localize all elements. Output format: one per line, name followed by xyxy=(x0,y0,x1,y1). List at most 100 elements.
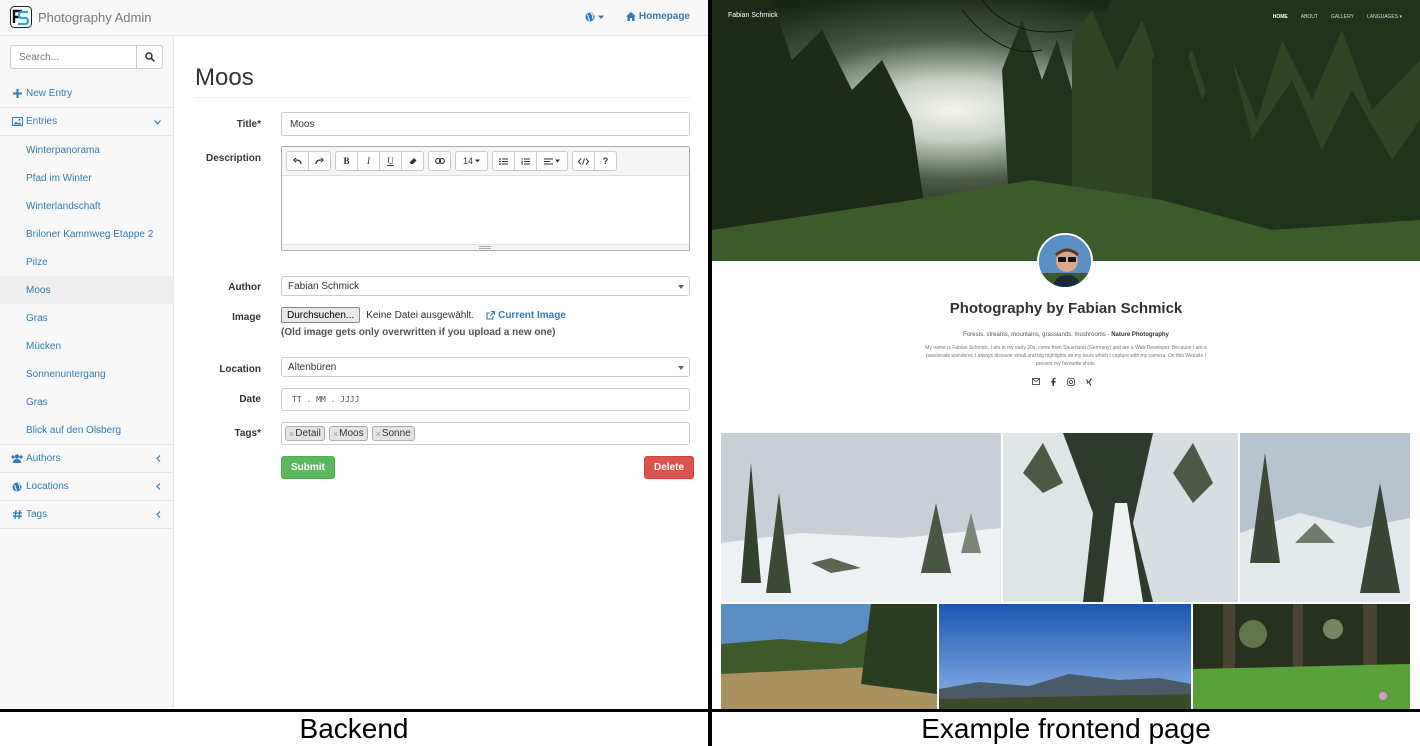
subtitle-bold: Nature Photography xyxy=(1111,332,1169,338)
gallery-photo[interactable] xyxy=(721,604,937,709)
help-button[interactable]: ? xyxy=(594,151,617,171)
delete-button[interactable]: Delete xyxy=(644,456,695,479)
list-ul-icon xyxy=(499,157,508,165)
winter-path-photo xyxy=(1003,433,1238,602)
font-size-dropdown[interactable]: 14 xyxy=(455,151,488,171)
mail-icon[interactable] xyxy=(1032,378,1040,385)
editor-content-area[interactable] xyxy=(282,177,689,240)
hashtag-icon xyxy=(11,510,23,519)
avatar-photo xyxy=(1039,235,1091,287)
eraser-icon xyxy=(409,158,416,164)
tag-label: Moos xyxy=(339,428,364,439)
menu-gallery[interactable]: GALLERY xyxy=(1331,14,1354,20)
italic-button[interactable]: I xyxy=(357,151,380,171)
forest-photo xyxy=(712,0,1420,261)
redo-button[interactable] xyxy=(308,151,331,171)
tags-label: Tags* xyxy=(234,428,262,439)
tags-input[interactable]: × Detail × Moos × Sonne xyxy=(281,422,690,445)
sidebar-item-label: Authors xyxy=(26,453,61,464)
frontend-menu: HOME ABOUT GALLERY LANGUAGES ▾ xyxy=(1273,14,1402,20)
homepage-link[interactable]: Homepage xyxy=(625,11,690,22)
search-button[interactable] xyxy=(137,45,163,69)
gallery-photo[interactable] xyxy=(1240,433,1410,602)
undo-button[interactable] xyxy=(286,151,309,171)
unordered-list-button[interactable] xyxy=(492,151,515,171)
link-button[interactable] xyxy=(428,151,451,171)
gallery-photo[interactable] xyxy=(939,604,1191,709)
entry-link[interactable]: Blick auf den Olsberg xyxy=(0,416,173,444)
caret-down-icon xyxy=(475,159,480,163)
remove-tag-icon[interactable]: × xyxy=(376,429,381,439)
entry-link[interactable]: Gras xyxy=(0,388,173,416)
frontend-panel: Fabian Schmick HOME ABOUT GALLERY LANGUA… xyxy=(712,0,1420,709)
sidebar-item-locations[interactable]: Locations xyxy=(0,473,173,501)
redo-icon xyxy=(315,157,324,164)
frontend-navbar: Fabian Schmick HOME ABOUT GALLERY LANGUA… xyxy=(712,0,1420,34)
entry-link[interactable]: Pilze xyxy=(0,248,173,276)
admin-brand[interactable]: Photography Admin xyxy=(10,6,151,28)
globe-icon xyxy=(585,12,595,21)
sidebar-item-new-entry[interactable]: New Entry xyxy=(0,80,173,108)
caption-backend: Backend xyxy=(299,713,409,744)
clear-format-button[interactable] xyxy=(401,151,424,171)
menu-about[interactable]: ABOUT xyxy=(1301,14,1318,20)
menu-home[interactable]: HOME xyxy=(1273,14,1288,20)
entry-link[interactable]: Winterpanorama xyxy=(0,136,173,164)
title-input[interactable]: Moos xyxy=(281,112,690,136)
language-dropdown[interactable] xyxy=(585,12,604,22)
homepage-label: Homepage xyxy=(638,11,690,22)
description-editor: B I U 14 ? xyxy=(281,146,690,251)
sidebar-item-authors[interactable]: Authors xyxy=(0,445,173,473)
sidebar-item-tags[interactable]: Tags xyxy=(0,501,173,529)
xing-icon[interactable] xyxy=(1086,378,1093,386)
gallery-photo[interactable] xyxy=(1193,604,1410,709)
author-select[interactable]: Fabian Schmick xyxy=(281,276,690,296)
current-image-link[interactable]: Current Image xyxy=(486,310,566,321)
tag-chip: × Sonne xyxy=(371,426,415,441)
remove-tag-icon[interactable]: × xyxy=(289,429,294,439)
remove-tag-icon[interactable]: × xyxy=(333,429,338,439)
entry-link-active[interactable]: Moos xyxy=(0,276,173,304)
undo-icon xyxy=(293,157,302,164)
underline-button[interactable]: U xyxy=(379,151,402,171)
list-ol-icon xyxy=(521,157,530,165)
heath-meadow-photo xyxy=(721,604,937,709)
ordered-list-button[interactable] xyxy=(514,151,537,171)
link-group xyxy=(428,151,451,171)
date-input[interactable]: TT . MM . JJJJ xyxy=(281,388,690,411)
sidebar-item-label: Tags xyxy=(26,509,48,520)
font-size-value: 14 xyxy=(462,156,473,166)
gallery-photo[interactable] xyxy=(721,433,1001,602)
facebook-icon[interactable] xyxy=(1051,378,1056,386)
winter-landscape-photo xyxy=(1240,433,1410,602)
select-arrow-icon xyxy=(678,366,684,370)
list-group xyxy=(492,151,568,171)
misc-group: ? xyxy=(572,151,617,171)
instagram-icon[interactable] xyxy=(1067,378,1075,386)
location-select[interactable]: Altenbüren xyxy=(281,357,690,377)
mountain-view-photo xyxy=(939,604,1191,709)
entry-link[interactable]: Pfad im Winter xyxy=(0,164,173,192)
sidebar-item-entries[interactable]: Entries xyxy=(0,108,173,136)
admin-nav-right: Homepage xyxy=(585,11,690,22)
entry-link[interactable]: Gras xyxy=(0,304,173,332)
editor-resize-handle[interactable] xyxy=(282,244,689,250)
menu-languages[interactable]: LANGUAGES ▾ xyxy=(1367,14,1402,20)
entry-link[interactable]: Mücken xyxy=(0,332,173,360)
browse-file-button[interactable]: Durchsuchen... xyxy=(281,307,361,323)
chevron-left-icon xyxy=(156,482,161,492)
search-input[interactable] xyxy=(10,45,137,69)
entry-link[interactable]: Briloner Kammweg Etappe 2 xyxy=(0,220,173,248)
location-value: Altenbüren xyxy=(288,361,337,373)
frontend-brand[interactable]: Fabian Schmick xyxy=(728,12,778,19)
sidebar-item-label: Entries xyxy=(26,116,58,127)
paragraph-align-dropdown[interactable] xyxy=(536,151,568,171)
entry-link[interactable]: Sonnenuntergang xyxy=(0,360,173,388)
screenshot-root: Photography Admin Homepage Search... New… xyxy=(0,0,1420,746)
code-view-button[interactable] xyxy=(572,151,595,171)
bold-button[interactable]: B xyxy=(335,151,358,171)
gallery-photo[interactable] xyxy=(1003,433,1238,602)
entry-link[interactable]: Winterlandschaft xyxy=(0,192,173,220)
submit-button[interactable]: Submit xyxy=(281,456,335,479)
italic-icon: I xyxy=(367,156,370,166)
